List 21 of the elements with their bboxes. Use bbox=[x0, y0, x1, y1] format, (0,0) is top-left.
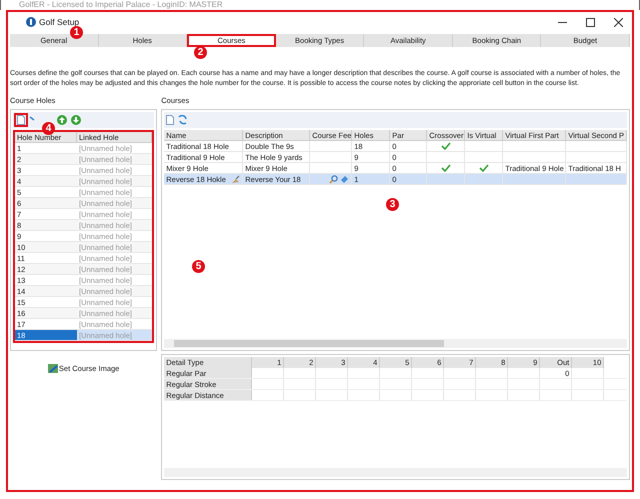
new-document-icon[interactable] bbox=[166, 115, 174, 125]
checkmark-icon bbox=[440, 164, 451, 172]
image-icon bbox=[48, 364, 58, 374]
close-icon bbox=[614, 18, 622, 26]
app-logo-icon bbox=[26, 17, 36, 27]
paint-brush-icon[interactable] bbox=[231, 174, 240, 184]
refresh-icon[interactable] bbox=[178, 115, 188, 125]
horizontal-scrollbar[interactable] bbox=[164, 339, 627, 348]
maximize-icon bbox=[586, 18, 594, 26]
checkmark-icon bbox=[478, 164, 489, 172]
new-hole-button[interactable] bbox=[14, 113, 28, 127]
window-title: Golf Setup bbox=[39, 16, 80, 28]
window-title: GolfER - Licensed to Imperial Palace - LoginID: MASTER bbox=[19, 0, 223, 10]
search-icon[interactable] bbox=[329, 174, 338, 184]
move-up-button[interactable] bbox=[57, 115, 67, 125]
move-down-button[interactable] bbox=[71, 115, 81, 125]
annotation-marker: 1 bbox=[70, 26, 83, 39]
annotation-marker: 2 bbox=[194, 46, 207, 59]
checkmark-icon bbox=[440, 142, 451, 150]
annotation-marker: 5 bbox=[192, 260, 205, 273]
annotation-marker: 3 bbox=[386, 198, 399, 211]
